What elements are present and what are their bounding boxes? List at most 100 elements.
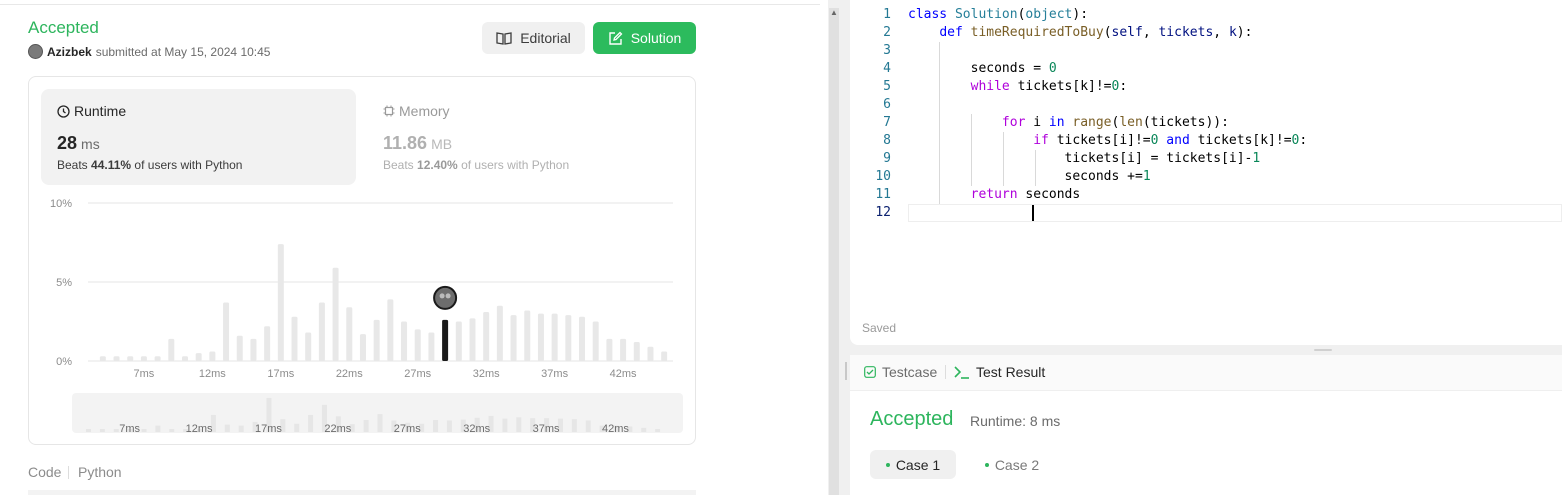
- code-line[interactable]: 4 seconds = 0: [850, 60, 1307, 78]
- x-tick-label: 7ms: [134, 368, 155, 380]
- memory-beats-pct: 12.40%: [417, 158, 458, 172]
- text-cursor: [1032, 205, 1034, 221]
- x-tick-label: 32ms: [473, 368, 500, 380]
- distribution-bar: [496, 305, 503, 361]
- scrollbar[interactable]: [829, 8, 839, 495]
- code-line[interactable]: 6: [850, 96, 1307, 114]
- runtime-title: Runtime: [57, 103, 126, 119]
- minimap-bar: [224, 424, 230, 432]
- code-line[interactable]: 12: [850, 204, 1307, 222]
- solution-button[interactable]: Solution: [593, 22, 696, 54]
- chip-icon: [383, 105, 395, 117]
- minimap-x-label: 42ms: [602, 423, 629, 435]
- code-line[interactable]: 7 for i in range(len(tickets)):: [850, 114, 1307, 132]
- memory-tab[interactable]: Memory: [383, 103, 450, 119]
- distribution-bar: [524, 310, 531, 361]
- case-2-label: Case 2: [994, 456, 1040, 473]
- line-source: seconds +=1: [908, 169, 1151, 184]
- panel-top-border: [0, 4, 820, 5]
- distribution-bar: [359, 334, 366, 361]
- y-tick-label: 0%: [56, 356, 72, 368]
- distribution-bar: [195, 353, 202, 361]
- distribution-bar: [181, 356, 188, 361]
- x-tick-label: 17ms: [267, 368, 294, 380]
- distribution-bar: [401, 321, 408, 361]
- line-number: 2: [883, 25, 891, 40]
- distribution-bar: [373, 319, 380, 361]
- code-block-top: [28, 490, 696, 495]
- memory-value: 11.86 MB: [383, 133, 453, 153]
- distribution-bar: [633, 342, 640, 361]
- line-source: while tickets[k]!=0:: [970, 79, 1128, 94]
- panel-edge-handle[interactable]: [845, 362, 847, 380]
- runtime-unit: ms: [81, 136, 100, 152]
- runtime-beats: Beats 44.11% of users with Python: [57, 158, 243, 172]
- tab-testcase-label: Testcase: [882, 364, 938, 380]
- distribution-bar: [236, 335, 243, 361]
- line-number: 3: [883, 43, 891, 58]
- runtime-title-text: Runtime: [74, 103, 127, 119]
- solution-label: Solution: [630, 30, 682, 46]
- distribution-bar: [140, 356, 147, 361]
- code-line[interactable]: 8 if tickets[i]!=0 and tickets[k]!=0:: [850, 132, 1307, 150]
- user-marker-avatar: [433, 285, 458, 310]
- case-2-tab[interactable]: Case 2: [972, 450, 1052, 479]
- distribution-bar: [264, 326, 271, 361]
- minimap-bar: [238, 425, 244, 432]
- submitted-time: submitted at May 15, 2024 10:45: [95, 44, 271, 59]
- line-number: 12: [875, 205, 891, 220]
- minimap-x-label: 17ms: [255, 423, 282, 435]
- horizontal-resize-handle[interactable]: [1314, 349, 1332, 351]
- line-number: 9: [883, 151, 891, 166]
- tab-testcase[interactable]: Testcase: [864, 364, 937, 380]
- line-number: 7: [883, 115, 891, 130]
- code-line[interactable]: 9 tickets[i] = tickets[i]-1: [850, 150, 1307, 168]
- code-line[interactable]: 2 def timeRequiredToBuy(self, tickets, k…: [850, 24, 1307, 42]
- username[interactable]: Azizbek: [47, 45, 92, 59]
- code-line[interactable]: 11 return seconds: [850, 186, 1307, 204]
- tab-test-result[interactable]: Test Result: [954, 364, 1045, 380]
- distribution-bar: [483, 312, 490, 361]
- checkbox-icon: [864, 366, 876, 378]
- indent-guide: [939, 42, 940, 204]
- line-source: [891, 204, 908, 222]
- case-1-label: Case 1: [895, 456, 941, 473]
- user-avatar[interactable]: [28, 44, 43, 59]
- minimap-x-label: 32ms: [463, 423, 490, 435]
- minimap-bar: [155, 425, 161, 432]
- tab-test-result-label: Test Result: [976, 364, 1046, 380]
- code-lines[interactable]: 1 class Solution(object): 2 def timeRequir…: [850, 6, 1307, 222]
- scroll-up-arrow-icon[interactable]: ▲: [830, 8, 838, 17]
- minimap-bar: [433, 420, 439, 432]
- language-label: Python: [78, 464, 122, 480]
- minimap-x-label: 27ms: [394, 423, 421, 435]
- line-source: seconds = 0: [908, 61, 1057, 76]
- minimap-bar: [141, 429, 147, 432]
- submission-status: Accepted: [28, 18, 99, 37]
- distribution-bar: [277, 244, 284, 361]
- distribution-bar: [127, 356, 134, 361]
- distribution-bar: [250, 338, 257, 361]
- memory-title-text: Memory: [399, 103, 450, 119]
- minimap-bar: [294, 423, 300, 432]
- minimap-x-label: 37ms: [533, 423, 560, 435]
- case-1-tab[interactable]: Case 1: [870, 450, 956, 479]
- runtime-distribution-chart: 10% 5% 0% 7ms 12ms 17ms 22ms 27ms 32ms 37ms 42ms 7m…: [50, 198, 683, 435]
- code-line[interactable]: 3: [850, 42, 1307, 60]
- line-number: 1: [883, 7, 891, 22]
- distribution-bar: [387, 299, 394, 361]
- line-source: tickets[i] = tickets[i]-1: [908, 151, 1261, 166]
- distribution-bar: [332, 267, 339, 361]
- x-tick-label: 37ms: [541, 368, 568, 380]
- line-source: [891, 42, 908, 60]
- distribution-bar: [113, 356, 120, 361]
- pass-dot-icon: [984, 462, 989, 467]
- editorial-button[interactable]: Editorial: [482, 22, 585, 54]
- distribution-bar: [510, 315, 517, 361]
- code-line[interactable]: 1 class Solution(object):: [850, 6, 1307, 24]
- minimap-bar: [113, 429, 119, 432]
- pass-dot-icon: [885, 462, 890, 467]
- test-result-status: Accepted: [870, 408, 954, 430]
- code-line[interactable]: 10 seconds +=1: [850, 168, 1307, 186]
- code-line[interactable]: 5 while tickets[k]!=0:: [850, 78, 1307, 96]
